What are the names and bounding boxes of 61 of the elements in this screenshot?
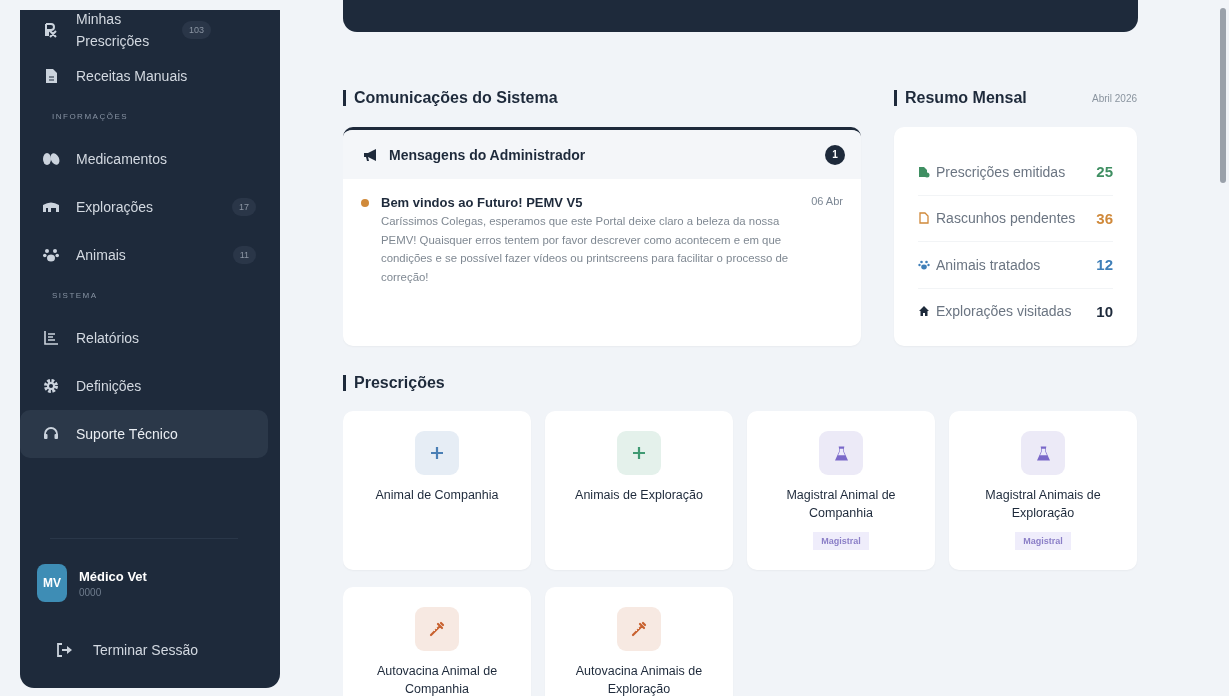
sidebar-item[interactable]: Definições: [20, 362, 268, 410]
document-icon: [918, 165, 930, 178]
count-badge: 17: [232, 198, 256, 216]
period-label: Abril 2026: [1091, 92, 1137, 104]
card-label: Animal de Companhia: [375, 487, 499, 504]
count-badge: 103: [182, 20, 212, 39]
message-body: Caríssimos Colegas, esperamos que este Portal deixe claro a beleza da nossa PEMV! Quaisquer erros tentem por favor descrever como acontecem e em que condições e se possível fazer vídeos ou printscreens para facilitar o processo de correção!: [381, 214, 790, 285]
sidebar-item[interactable]: Animais 11: [20, 231, 268, 279]
prescription-card[interactable]: Magistral Animal de Companhia Magistral: [747, 411, 935, 570]
section-title: Prescrições: [343, 375, 1138, 391]
card-label: Magistral Animais de Exploração: [984, 487, 1102, 522]
logout-icon: [57, 643, 73, 657]
count-badge: 11: [232, 246, 256, 264]
sidebar-item[interactable]: Receitas Manuais: [20, 52, 268, 100]
pills-icon: [42, 151, 60, 167]
stat-value: 12: [1096, 256, 1113, 274]
panel-title: Mensagens do Administrador: [389, 146, 587, 163]
prescription-card[interactable]: Magistral Animais de Exploração Magistral: [949, 411, 1137, 570]
tag: Magistral: [1015, 532, 1071, 550]
logout-link[interactable]: Terminar Sessão: [93, 642, 199, 658]
card-label: Autovacina Animais de Exploração: [574, 663, 704, 696]
stat-label: Animais tratados: [936, 256, 1042, 273]
stat-label: Explorações visitadas: [936, 303, 1073, 320]
section-title: Comunicações do Sistema: [343, 90, 861, 106]
paw-icon: [918, 258, 930, 271]
user-id: 0000: [79, 586, 103, 598]
message-title: Bem vindos ao Futuro! PEMV V5: [381, 195, 584, 210]
stat-label: Rascunhos pendentes: [936, 210, 1077, 227]
section-title: Resumo Mensal: [894, 90, 1027, 106]
prescription-card[interactable]: Autovacina Animal de Companhia: [343, 587, 531, 696]
stat-value: 36: [1096, 209, 1113, 227]
rx-icon: [42, 21, 60, 38]
card-label: Animais de Exploração: [575, 487, 703, 504]
prescription-card[interactable]: Autovacina Animais de Exploração: [545, 587, 733, 696]
message-date: 06 Abr: [811, 195, 843, 209]
document-icon: [918, 212, 930, 225]
prescription-card[interactable]: Animal de Companhia: [343, 411, 531, 570]
stat-label: Prescrições emitidas: [936, 163, 1067, 180]
chart-icon: [42, 330, 60, 346]
headset-icon: [42, 426, 60, 442]
stat-value: 10: [1096, 302, 1113, 320]
count-badge: 1: [825, 144, 845, 165]
sidebar-item[interactable]: Explorações 17: [20, 183, 268, 231]
card-label: Magistral Animal de Companhia: [785, 487, 897, 522]
scrollbar-thumb[interactable]: [1220, 8, 1226, 183]
settings-icon: [42, 378, 60, 394]
sidebar-item[interactable]: Minhas Prescrições 103: [20, 7, 268, 52]
tag: Magistral: [813, 532, 869, 550]
avatar: MV: [37, 564, 67, 602]
home-icon: [918, 305, 930, 318]
sidebar-item[interactable]: Relatórios: [20, 314, 268, 362]
section-heading: SISTEMA: [51, 290, 99, 302]
section-heading: INFORMAÇÕES: [51, 111, 130, 123]
sidebar-item[interactable]: Medicamentos: [20, 135, 268, 183]
megaphone-icon: [363, 147, 379, 162]
card-label: Autovacina Animal de Companhia: [375, 663, 499, 696]
user-name: Médico Vet: [79, 568, 147, 584]
stat-value: 25: [1096, 163, 1113, 181]
sidebar-item[interactable]: Suporte Técnico: [20, 410, 268, 458]
prescription-card[interactable]: Animais de Exploração: [545, 411, 733, 570]
paw-icon: [42, 247, 60, 263]
